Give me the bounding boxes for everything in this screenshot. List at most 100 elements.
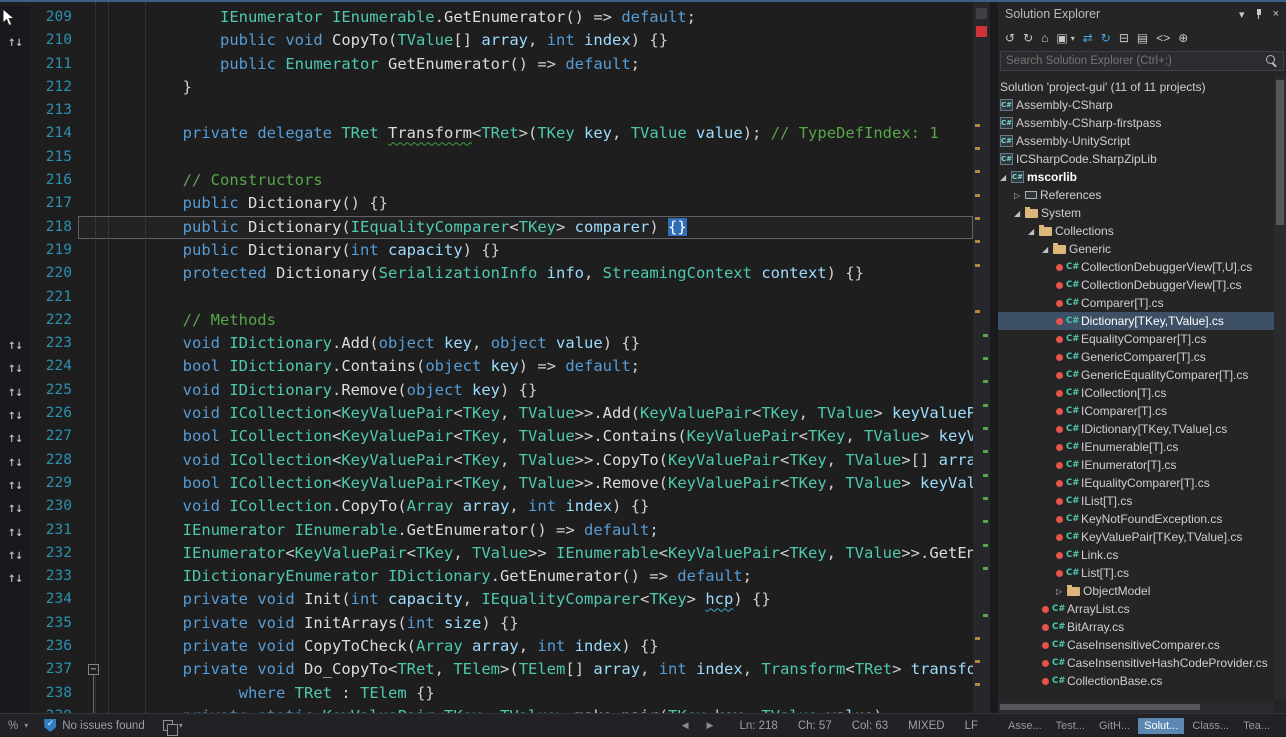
breakpoint-margin[interactable] — [0, 286, 30, 309]
code-line-225[interactable]: ↑↓225 void IDictionary.Remove(object key… — [0, 379, 973, 402]
document-health-error-icon[interactable] — [976, 26, 987, 37]
line-number[interactable]: 238 — [30, 682, 80, 705]
line-number[interactable]: 231 — [30, 519, 80, 542]
code-line-231[interactable]: ↑↓231 IEnumerator IEnumerable.GetEnumera… — [0, 519, 973, 542]
breakpoint-margin[interactable]: ↑↓ — [0, 519, 30, 542]
breakpoint-margin[interactable] — [0, 146, 30, 169]
line-number[interactable]: 220 — [30, 262, 80, 285]
scroll-left-icon[interactable]: ◀ — [682, 720, 689, 731]
toolbar-back-button[interactable]: ↺ — [1005, 32, 1015, 44]
tree-item-keynotfoundexception-cs[interactable]: C#KeyNotFoundException.cs — [998, 510, 1286, 528]
code-line-233[interactable]: ↑↓233 IDictionaryEnumerator IDictionary.… — [0, 565, 973, 588]
breakpoint-margin[interactable] — [0, 122, 30, 145]
toolbar-properties-button[interactable]: ⊕ — [1178, 32, 1188, 44]
tree-item-collectionbase-cs[interactable]: C#CollectionBase.cs — [998, 672, 1286, 690]
line-number[interactable]: 217 — [30, 192, 80, 215]
breakpoint-margin[interactable] — [0, 99, 30, 122]
breakpoint-margin[interactable] — [0, 612, 30, 635]
line-indicator[interactable]: Ln: 218 — [739, 720, 777, 732]
breakpoint-margin[interactable]: ↑↓ — [0, 29, 30, 52]
line-number[interactable]: 232 — [30, 542, 80, 565]
tree-item-mscorlib[interactable]: ◢C#mscorlib — [998, 168, 1286, 186]
code-line-232[interactable]: ↑↓232 IEnumerator<KeyValuePair<TKey, TVa… — [0, 542, 973, 565]
code-line-229[interactable]: ↑↓229 bool ICollection<KeyValuePair<TKey… — [0, 472, 973, 495]
line-number[interactable]: 234 — [30, 588, 80, 611]
breakpoint-margin[interactable] — [0, 216, 30, 239]
code-line-238[interactable]: 238 where TRet : TElem {} — [0, 682, 973, 705]
search-icon[interactable] — [1266, 55, 1278, 67]
tree-item-icollection-t-cs[interactable]: C#ICollection[T].cs — [998, 384, 1286, 402]
breakpoint-margin[interactable]: ↑↓ — [0, 495, 30, 518]
editor-vertical-scrollbar[interactable] — [973, 2, 990, 713]
tree-item-assembly-csharp-firstpass[interactable]: C#Assembly-CSharp-firstpass — [998, 114, 1286, 132]
toolbar-collapse-all-button[interactable]: ⊟ — [1119, 32, 1129, 44]
line-number[interactable]: 210 — [30, 29, 80, 52]
tree-item-idictionary-tkey-tvalue-cs[interactable]: C#IDictionary[TKey,TValue].cs — [998, 420, 1286, 438]
tree-vertical-scrollbar[interactable] — [1274, 76, 1286, 699]
breakpoint-margin[interactable]: ↑↓ — [0, 379, 30, 402]
breakpoint-margin[interactable]: ↑↓ — [0, 472, 30, 495]
code-line-220[interactable]: 220 protected Dictionary(SerializationIn… — [0, 262, 973, 285]
code-line-228[interactable]: ↑↓228 void ICollection<KeyValuePair<TKey… — [0, 449, 973, 472]
line-number[interactable]: 225 — [30, 379, 80, 402]
search-input[interactable] — [1006, 55, 1266, 67]
code-line-234[interactable]: 234 private void Init(int capacity, IEqu… — [0, 588, 973, 611]
expander-icon[interactable]: ◢ — [1014, 209, 1025, 218]
window-position-icon[interactable]: ▾ — [1239, 8, 1245, 21]
line-number[interactable]: 224 — [30, 355, 80, 378]
expander-icon[interactable]: ◢ — [1000, 173, 1011, 182]
toolbar-show-all-files-button[interactable]: ▤ — [1137, 32, 1148, 44]
line-number[interactable]: 237 — [30, 658, 80, 681]
breakpoint-margin[interactable]: ↑↓ — [0, 425, 30, 448]
solution-explorer-titlebar[interactable]: Solution Explorer ▾× — [998, 2, 1286, 26]
scrollbar-splitter-grip[interactable] — [976, 8, 987, 19]
code-line-236[interactable]: 236 private void CopyToCheck(Array array… — [0, 635, 973, 658]
code-line-210[interactable]: ↑↓210 public void CopyTo(TValue[] array,… — [0, 29, 973, 52]
breakpoint-margin[interactable]: ↑↓ — [0, 542, 30, 565]
code-line-224[interactable]: ↑↓224 bool IDictionary.Contains(object k… — [0, 355, 973, 378]
scroll-right-icon[interactable]: ▶ — [707, 720, 714, 731]
tree-item-equalitycomparer-t-cs[interactable]: C#EqualityComparer[T].cs — [998, 330, 1286, 348]
tree-item-references[interactable]: ▷References — [998, 186, 1286, 204]
breakpoint-margin[interactable]: ↑↓ — [0, 332, 30, 355]
line-number[interactable]: 229 — [30, 472, 80, 495]
code-line-237[interactable]: 237− private void Do_CopyTo<TRet, TElem>… — [0, 658, 973, 681]
breakpoint-margin[interactable] — [0, 309, 30, 332]
tree-item-objectmodel[interactable]: ▷ObjectModel — [998, 582, 1286, 600]
breakpoint-margin[interactable] — [0, 588, 30, 611]
tree-item-solution-project-gui-11-of-11-projects[interactable]: Solution 'project-gui' (11 of 11 project… — [998, 78, 1286, 96]
toolbar-view-code-button[interactable]: <> — [1156, 32, 1170, 44]
horizontal-scrollbar-thumb[interactable] — [1000, 704, 1200, 710]
line-number[interactable]: 218 — [30, 216, 80, 239]
tree-item-genericcomparer-t-cs[interactable]: C#GenericComparer[T].cs — [998, 348, 1286, 366]
encoding-indicator[interactable]: MIXED — [908, 720, 944, 732]
code-line-230[interactable]: ↑↓230 void ICollection.CopyTo(Array arra… — [0, 495, 973, 518]
tree-item-generic[interactable]: ◢Generic — [998, 240, 1286, 258]
vertical-scrollbar-thumb[interactable] — [1276, 80, 1284, 225]
code-line-217[interactable]: 217 public Dictionary() {} — [0, 192, 973, 215]
toolbar-switch-views-button[interactable]: ▣ — [1056, 32, 1067, 44]
line-number[interactable]: 221 — [30, 286, 80, 309]
column-indicator[interactable]: Col: 63 — [852, 720, 888, 732]
line-number[interactable]: 233 — [30, 565, 80, 588]
breakpoint-margin[interactable]: ↑↓ — [0, 565, 30, 588]
tool-window-tab-test[interactable]: Test... — [1050, 718, 1091, 734]
character-indicator[interactable]: Ch: 57 — [798, 720, 832, 732]
code-line-223[interactable]: ↑↓223 void IDictionary.Add(object key, o… — [0, 332, 973, 355]
expander-icon[interactable]: ◢ — [1028, 227, 1039, 236]
close-icon[interactable]: × — [1273, 8, 1279, 20]
code-line-221[interactable]: 221 — [0, 286, 973, 309]
toolbar-home-button[interactable]: ⌂ — [1041, 32, 1048, 44]
line-number[interactable]: 227 — [30, 425, 80, 448]
tree-item-assembly-csharp[interactable]: C#Assembly-CSharp — [998, 96, 1286, 114]
tree-item-ilist-t-cs[interactable]: C#IList[T].cs — [998, 492, 1286, 510]
line-number[interactable]: 219 — [30, 239, 80, 262]
breakpoint-margin[interactable] — [0, 635, 30, 658]
line-number[interactable]: 209 — [30, 6, 80, 29]
code-line-222[interactable]: 222 // Methods — [0, 309, 973, 332]
code-editor[interactable]: 209 IEnumerator IEnumerable.GetEnumerato… — [0, 2, 973, 713]
line-number[interactable]: 236 — [30, 635, 80, 658]
line-number[interactable]: 215 — [30, 146, 80, 169]
dropdown-caret-icon[interactable]: ▾ — [1071, 34, 1075, 43]
code-line-216[interactable]: 216 // Constructors — [0, 169, 973, 192]
